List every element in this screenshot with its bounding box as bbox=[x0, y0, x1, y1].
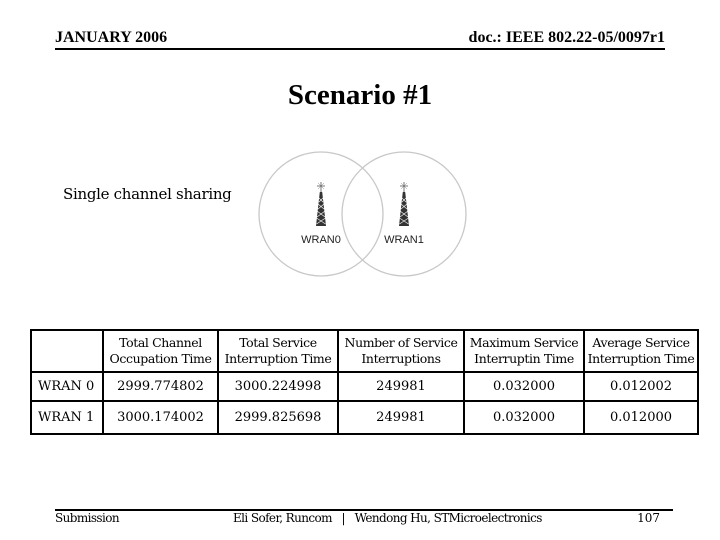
station-label-wran0: WRAN0 bbox=[301, 234, 341, 246]
radio-tower-icon bbox=[316, 182, 326, 226]
results-table: Total Channel Occupation Time Total Servi… bbox=[30, 329, 699, 435]
station-label-wran1: WRAN1 bbox=[384, 234, 424, 246]
table-header-corner bbox=[30, 329, 104, 373]
header-line: Occupation Time bbox=[109, 351, 212, 366]
coverage-diagram: WRAN0 WRAN1 bbox=[255, 148, 475, 278]
table-header-cell: Maximum Service Interruptin Time bbox=[463, 329, 585, 373]
table-header-cell: Number of Service Interruptions bbox=[337, 329, 465, 373]
header-date: JANUARY 2006 bbox=[55, 29, 168, 46]
footer-page-number: 107 bbox=[637, 511, 660, 525]
header-line: Interruptions bbox=[361, 351, 441, 366]
slide-subtitle: Single channel sharing bbox=[63, 185, 232, 203]
header-line: Maximum Service bbox=[469, 335, 579, 350]
row-label: WRAN 0 bbox=[30, 371, 104, 402]
table-header-row: Total Channel Occupation Time Total Servi… bbox=[30, 329, 699, 373]
table-cell: 0.012002 bbox=[583, 371, 699, 402]
table-cell: 2999.825698 bbox=[217, 400, 339, 435]
header-line: Total Channel bbox=[119, 335, 202, 350]
header-line: Interruptin Time bbox=[474, 351, 574, 366]
slide-title: Scenario #1 bbox=[287, 79, 433, 111]
table-cell: 2999.774802 bbox=[102, 371, 219, 402]
row-label: WRAN 1 bbox=[30, 400, 104, 435]
header-line: Number of Service bbox=[344, 335, 458, 350]
table-cell: 0.032000 bbox=[463, 371, 585, 402]
footer-submission: Submission bbox=[55, 511, 120, 525]
header-line: Total Service bbox=[239, 335, 317, 350]
header-doc-id: doc.: IEEE 802.22-05/0097r1 bbox=[468, 29, 665, 46]
table-header-cell: Total Channel Occupation Time bbox=[102, 329, 219, 373]
table-header-cell: Total Service Interruption Time bbox=[217, 329, 339, 373]
table-header-cell: Average Service Interruption Time bbox=[583, 329, 699, 373]
table-cell: 0.032000 bbox=[463, 400, 585, 435]
table-cell: 3000.224998 bbox=[217, 371, 339, 402]
footer-authors: Eli Sofer, Runcom | Wendong Hu, STMicroe… bbox=[233, 511, 542, 525]
table-row: WRAN 0 2999.774802 3000.224998 249981 0.… bbox=[30, 371, 699, 402]
header-line: Interruption Time bbox=[224, 351, 332, 366]
table-cell: 0.012000 bbox=[583, 400, 699, 435]
header-rule bbox=[55, 48, 665, 50]
header-line: Average Service bbox=[592, 335, 690, 350]
radio-tower-icon bbox=[399, 182, 409, 226]
results-table-container: Total Channel Occupation Time Total Servi… bbox=[30, 329, 699, 435]
table-row: WRAN 1 3000.174002 2999.825698 249981 0.… bbox=[30, 400, 699, 435]
header-line: Interruption Time bbox=[587, 351, 695, 366]
table-cell: 249981 bbox=[337, 371, 465, 402]
table-cell: 249981 bbox=[337, 400, 465, 435]
table-cell: 3000.174002 bbox=[102, 400, 219, 435]
